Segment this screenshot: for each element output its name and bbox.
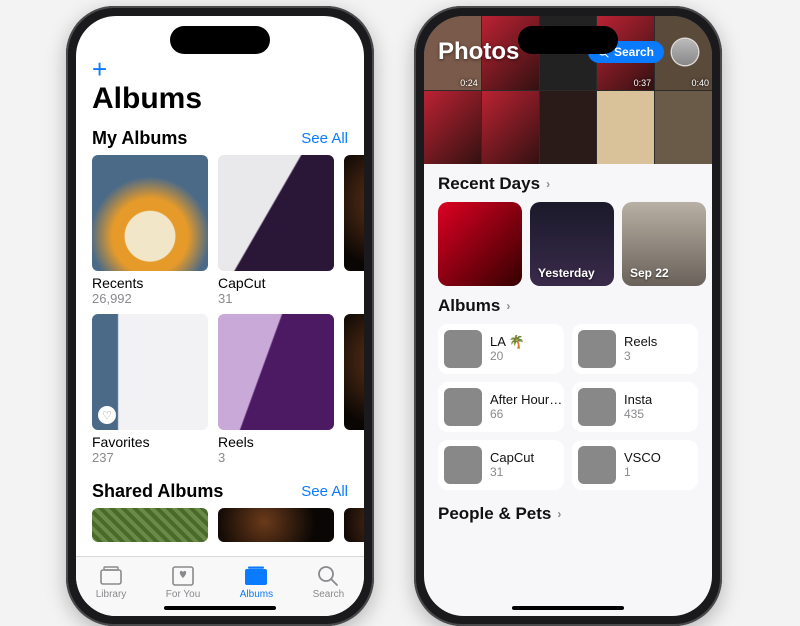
album-thumbnail	[344, 508, 364, 542]
see-all-shared-albums[interactable]: See All	[301, 483, 348, 500]
tab-library[interactable]: Library	[96, 565, 127, 600]
search-label: Search	[614, 45, 654, 59]
album-peek[interactable]	[344, 155, 364, 306]
tab-label: Search	[313, 589, 345, 600]
shared-album-item[interactable]	[92, 508, 208, 542]
page-title: Photos	[438, 38, 519, 66]
chevron-right-icon: ›	[557, 507, 561, 521]
day-label: Yesterday	[538, 266, 595, 280]
album-count: 237	[92, 450, 208, 465]
phone-albums: + Albums My Albums See All Recents 26,99…	[66, 6, 374, 626]
tab-label: For You	[166, 589, 200, 600]
album-peek-2[interactable]	[344, 314, 364, 465]
my-albums-header: My Albums	[92, 128, 187, 149]
my-albums-row-1: Recents 26,992 CapCut 31	[76, 155, 364, 306]
page-title: Albums	[76, 82, 364, 122]
home-indicator[interactable]	[512, 606, 624, 610]
album-count: 3	[218, 450, 334, 465]
albums-icon	[244, 565, 268, 587]
heart-icon: ♡	[98, 406, 116, 424]
album-thumbnail	[444, 446, 482, 484]
album-name: Insta	[624, 393, 652, 408]
album-name: Reels	[624, 335, 657, 350]
album-name: Recents	[92, 275, 208, 291]
home-indicator[interactable]	[164, 606, 276, 610]
album-thumbnail	[218, 508, 334, 542]
people-pets-header[interactable]: People & Pets ›	[424, 490, 712, 532]
my-albums-row-2: ♡ Favorites 237 Reels 3	[76, 314, 364, 465]
day-label: Sep 22	[630, 266, 669, 280]
recent-days-strip: Yesterday Sep 22	[424, 202, 712, 286]
album-name: Favorites	[92, 434, 208, 450]
album-name: VSCO	[624, 451, 661, 466]
dynamic-island	[170, 26, 270, 54]
day-card[interactable]	[438, 202, 522, 286]
profile-avatar[interactable]	[672, 39, 698, 65]
album-card-capcut[interactable]: CapCut31	[438, 440, 564, 490]
shared-album-item[interactable]	[344, 508, 364, 542]
day-card-sep22[interactable]: Sep 22	[622, 202, 706, 286]
album-thumbnail	[444, 388, 482, 426]
album-thumbnail	[218, 314, 334, 430]
screen-albums: + Albums My Albums See All Recents 26,99…	[76, 16, 364, 616]
video-duration: 0:24	[460, 78, 478, 88]
library-icon	[99, 565, 123, 587]
screen-photos: 0:24 0:37 0:40 Photos Search	[424, 16, 712, 616]
search-icon	[316, 565, 340, 587]
add-album-button[interactable]: +	[92, 56, 107, 82]
album-card-reels[interactable]: Reels3	[572, 324, 698, 374]
albums-header[interactable]: Albums ›	[424, 286, 712, 324]
album-name: LA 🌴	[490, 335, 525, 350]
album-thumbnail	[344, 155, 364, 271]
album-thumbnail	[344, 314, 364, 430]
album-card-after-hours[interactable]: After Hours Tour66	[438, 382, 564, 432]
album-thumbnail	[218, 155, 334, 271]
day-card-yesterday[interactable]: Yesterday	[530, 202, 614, 286]
album-thumbnail	[578, 330, 616, 368]
tab-label: Albums	[240, 589, 273, 600]
album-card-vsco[interactable]: VSCO1	[572, 440, 698, 490]
shared-albums-row	[76, 508, 364, 542]
tab-search[interactable]: Search	[313, 565, 345, 600]
tab-label: Library	[96, 589, 127, 600]
album-thumbnail	[92, 508, 208, 542]
albums-grid: LA 🌴20 Reels3 After Hours Tour66 Insta43…	[424, 324, 712, 490]
for-you-icon	[171, 565, 195, 587]
album-name: After Hours Tour	[490, 393, 564, 408]
album-count: 3	[624, 349, 657, 363]
tab-albums[interactable]: Albums	[240, 565, 273, 600]
album-count: 1	[624, 465, 661, 479]
album-name: CapCut	[490, 451, 534, 466]
album-count: 66	[490, 407, 564, 421]
album-name: Reels	[218, 434, 334, 450]
see-all-my-albums[interactable]: See All	[301, 130, 348, 147]
album-count: 31	[490, 465, 534, 479]
recent-days-header[interactable]: Recent Days ›	[424, 164, 712, 202]
album-name: CapCut	[218, 275, 334, 291]
video-duration: 0:37	[634, 78, 652, 88]
album-count: 31	[218, 291, 334, 306]
album-card-insta[interactable]: Insta435	[572, 382, 698, 432]
album-count: 26,992	[92, 291, 208, 306]
album-count: 435	[624, 407, 652, 421]
album-thumbnail: ♡	[92, 314, 208, 430]
album-reels[interactable]: Reels 3	[218, 314, 334, 465]
chevron-right-icon: ›	[546, 177, 550, 191]
album-thumbnail	[444, 330, 482, 368]
tab-for-you[interactable]: For You	[166, 565, 200, 600]
album-card-la[interactable]: LA 🌴20	[438, 324, 564, 374]
album-thumbnail	[92, 155, 208, 271]
album-thumbnail	[578, 388, 616, 426]
shared-albums-header: Shared Albums	[92, 481, 223, 502]
album-count: 20	[490, 349, 525, 363]
dynamic-island	[518, 26, 618, 54]
chevron-right-icon: ›	[506, 299, 510, 313]
shared-album-item[interactable]	[218, 508, 334, 542]
album-recents[interactable]: Recents 26,992	[92, 155, 208, 306]
video-duration: 0:40	[691, 78, 709, 88]
phone-photos-redesign: 0:24 0:37 0:40 Photos Search	[414, 6, 722, 626]
album-capcut[interactable]: CapCut 31	[218, 155, 334, 306]
album-favorites[interactable]: ♡ Favorites 237	[92, 314, 208, 465]
album-thumbnail	[578, 446, 616, 484]
